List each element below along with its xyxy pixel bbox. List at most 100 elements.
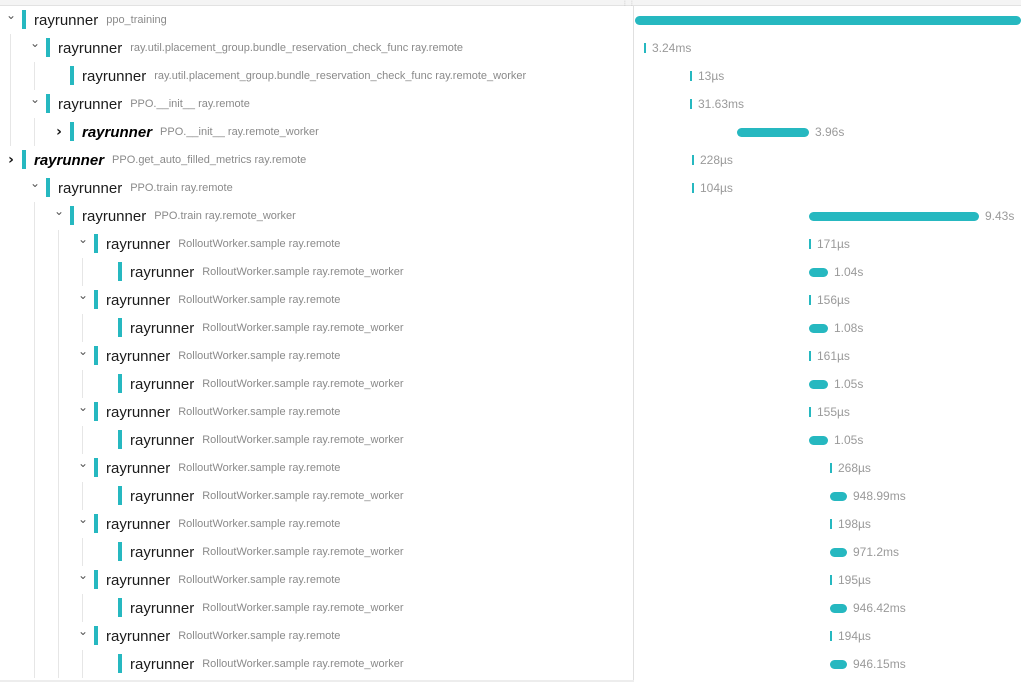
timeline-row[interactable]: 946.42ms — [635, 594, 1021, 622]
span-label: rayrunner RolloutWorker.sample ray.remote — [106, 454, 340, 482]
span-duration-bar[interactable] — [809, 212, 979, 221]
span-duration-tick[interactable] — [690, 99, 692, 109]
span-row[interactable]: ⌄ rayrunner RolloutWorker.sample ray.remot… — [0, 453, 633, 482]
chevron-right-icon[interactable]: › — [2, 150, 20, 170]
span-label: rayrunner RolloutWorker.sample ray.remote — [106, 286, 340, 314]
timeline-row[interactable]: 171µs — [635, 230, 1021, 258]
operation-name: RolloutWorker.sample ray.remote — [178, 574, 341, 586]
chevron-down-icon[interactable]: ⌄ — [74, 285, 92, 305]
span-row[interactable]: ⌄ rayrunner RolloutWorker.sample ray.remot… — [0, 621, 633, 650]
span-row[interactable]: › rayrunner PPO.__init__ ray.remote_worker — [0, 118, 633, 146]
timeline-row[interactable]: 13µs — [635, 62, 1021, 90]
span-row[interactable]: rayrunner RolloutWorker.sample ray.remote… — [0, 650, 633, 678]
span-duration-tick[interactable] — [644, 43, 646, 53]
span-duration-bar[interactable] — [635, 16, 1021, 25]
timeline-row[interactable]: 946.15ms — [635, 650, 1021, 678]
chevron-down-icon[interactable]: ⌄ — [74, 509, 92, 529]
chevron-down-icon[interactable]: ⌄ — [26, 89, 44, 109]
span-row[interactable]: ⌄ rayrunner RolloutWorker.sample ray.remot… — [0, 509, 633, 538]
span-row[interactable]: ⌄ rayrunner RolloutWorker.sample ray.remot… — [0, 565, 633, 594]
chevron-right-icon[interactable]: › — [50, 122, 68, 142]
span-row[interactable]: ⌄ rayrunner ray.util.placement_group.bundl… — [0, 33, 633, 62]
service-color-bar — [70, 122, 74, 141]
chevron-down-icon[interactable]: ⌄ — [74, 453, 92, 473]
timeline-row[interactable]: 1.08s — [635, 314, 1021, 342]
span-duration-tick[interactable] — [809, 239, 811, 249]
span-duration-tick[interactable] — [809, 407, 811, 417]
chevron-down-icon[interactable]: ⌄ — [50, 201, 68, 221]
span-duration-tick[interactable] — [809, 295, 811, 305]
span-row[interactable]: rayrunner RolloutWorker.sample ray.remote… — [0, 426, 633, 454]
span-duration-bar[interactable] — [809, 380, 828, 389]
span-duration-bar[interactable] — [737, 128, 809, 137]
service-name: rayrunner — [130, 375, 195, 393]
chevron-down-icon[interactable]: ⌄ — [26, 173, 44, 193]
span-duration-tick[interactable] — [690, 71, 692, 81]
span-duration-bar[interactable] — [809, 436, 828, 445]
timeline-row[interactable]: 161µs — [635, 342, 1021, 370]
chevron-down-icon[interactable]: ⌄ — [74, 229, 92, 249]
span-duration-tick[interactable] — [830, 631, 832, 641]
span-row[interactable]: ⌄ rayrunner RolloutWorker.sample ray.remot… — [0, 397, 633, 426]
span-row[interactable]: › rayrunner PPO.get_auto_filled_metrics ra… — [0, 146, 633, 174]
span-duration-tick[interactable] — [830, 463, 832, 473]
service-color-bar — [94, 234, 98, 253]
timeline-row[interactable]: 194µs — [635, 622, 1021, 650]
service-name: rayrunner — [130, 431, 195, 449]
span-duration-tick[interactable] — [692, 183, 694, 193]
span-duration-bar[interactable] — [830, 604, 847, 613]
span-duration-bar[interactable] — [809, 324, 828, 333]
timeline-row[interactable]: 3.24ms — [635, 34, 1021, 62]
timeline-row[interactable]: 1.05s — [635, 426, 1021, 454]
span-row[interactable]: rayrunner RolloutWorker.sample ray.remote… — [0, 594, 633, 622]
chevron-down-icon[interactable]: ⌄ — [74, 341, 92, 361]
operation-name: RolloutWorker.sample ray.remote_worker — [202, 322, 404, 334]
span-row[interactable]: rayrunner RolloutWorker.sample ray.remote… — [0, 370, 633, 398]
span-duration-tick[interactable] — [830, 575, 832, 585]
timeline-row[interactable]: 971.2ms — [635, 538, 1021, 566]
operation-name: RolloutWorker.sample ray.remote_worker — [202, 434, 404, 446]
timeline-row[interactable]: 3.96s — [635, 118, 1021, 146]
chevron-down-icon[interactable]: ⌄ — [74, 621, 92, 641]
span-duration-label: 268µs — [838, 461, 871, 475]
service-name: rayrunner — [106, 515, 171, 533]
span-row[interactable]: ⌄ rayrunner PPO.__init__ ray.remote — [0, 89, 633, 118]
span-row[interactable]: rayrunner RolloutWorker.sample ray.remote… — [0, 482, 633, 510]
service-color-bar — [94, 346, 98, 365]
timeline-row[interactable]: 155µs — [635, 398, 1021, 426]
timeline-row[interactable] — [635, 6, 1021, 34]
timeline-row[interactable]: 1.05s — [635, 370, 1021, 398]
span-row[interactable]: ⌄ rayrunner PPO.train ray.remote — [0, 173, 633, 202]
span-row[interactable]: ⌄ rayrunner RolloutWorker.sample ray.remot… — [0, 229, 633, 258]
chevron-down-icon[interactable]: ⌄ — [74, 397, 92, 417]
span-row[interactable]: ⌄ rayrunner ppo_training — [0, 6, 633, 34]
timeline-row[interactable]: 198µs — [635, 510, 1021, 538]
timeline-row[interactable]: 9.43s — [635, 202, 1021, 230]
span-row[interactable]: ⌄ rayrunner PPO.train ray.remote_worker — [0, 201, 633, 230]
span-row[interactable]: rayrunner RolloutWorker.sample ray.remote… — [0, 258, 633, 286]
chevron-down-icon[interactable]: ⌄ — [26, 33, 44, 53]
timeline-row[interactable]: 31.63ms — [635, 90, 1021, 118]
span-duration-tick[interactable] — [692, 155, 694, 165]
timeline-row[interactable]: 268µs — [635, 454, 1021, 482]
chevron-down-icon[interactable]: ⌄ — [74, 565, 92, 585]
span-row[interactable]: ⌄ rayrunner RolloutWorker.sample ray.remot… — [0, 341, 633, 370]
span-duration-bar[interactable] — [830, 660, 847, 669]
timeline-row[interactable]: 1.04s — [635, 258, 1021, 286]
span-row[interactable]: ⌄ rayrunner RolloutWorker.sample ray.remot… — [0, 285, 633, 314]
timeline-row[interactable]: 195µs — [635, 566, 1021, 594]
timeline-row[interactable]: 156µs — [635, 286, 1021, 314]
chevron-down-icon[interactable]: ⌄ — [2, 6, 20, 25]
timeline-row[interactable]: 948.99ms — [635, 482, 1021, 510]
span-row[interactable]: rayrunner RolloutWorker.sample ray.remote… — [0, 538, 633, 566]
span-duration-bar[interactable] — [809, 268, 828, 277]
service-color-bar — [118, 318, 122, 337]
timeline-row[interactable]: 228µs — [635, 146, 1021, 174]
span-duration-tick[interactable] — [830, 519, 832, 529]
span-duration-tick[interactable] — [809, 351, 811, 361]
timeline-row[interactable]: 104µs — [635, 174, 1021, 202]
span-row[interactable]: rayrunner ray.util.placement_group.bundle… — [0, 62, 633, 90]
span-duration-bar[interactable] — [830, 548, 847, 557]
span-row[interactable]: rayrunner RolloutWorker.sample ray.remote… — [0, 314, 633, 342]
span-duration-bar[interactable] — [830, 492, 847, 501]
